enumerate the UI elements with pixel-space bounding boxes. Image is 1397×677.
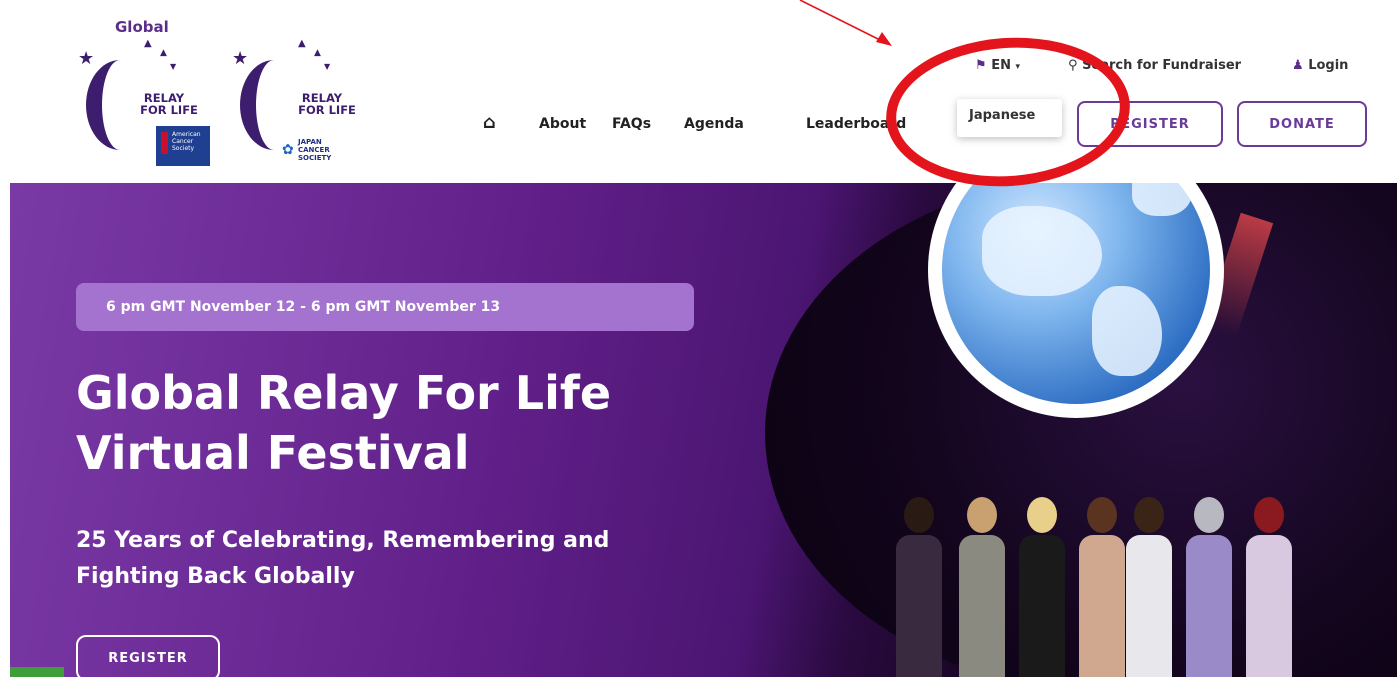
annotation-arrow-icon	[799, 0, 892, 46]
